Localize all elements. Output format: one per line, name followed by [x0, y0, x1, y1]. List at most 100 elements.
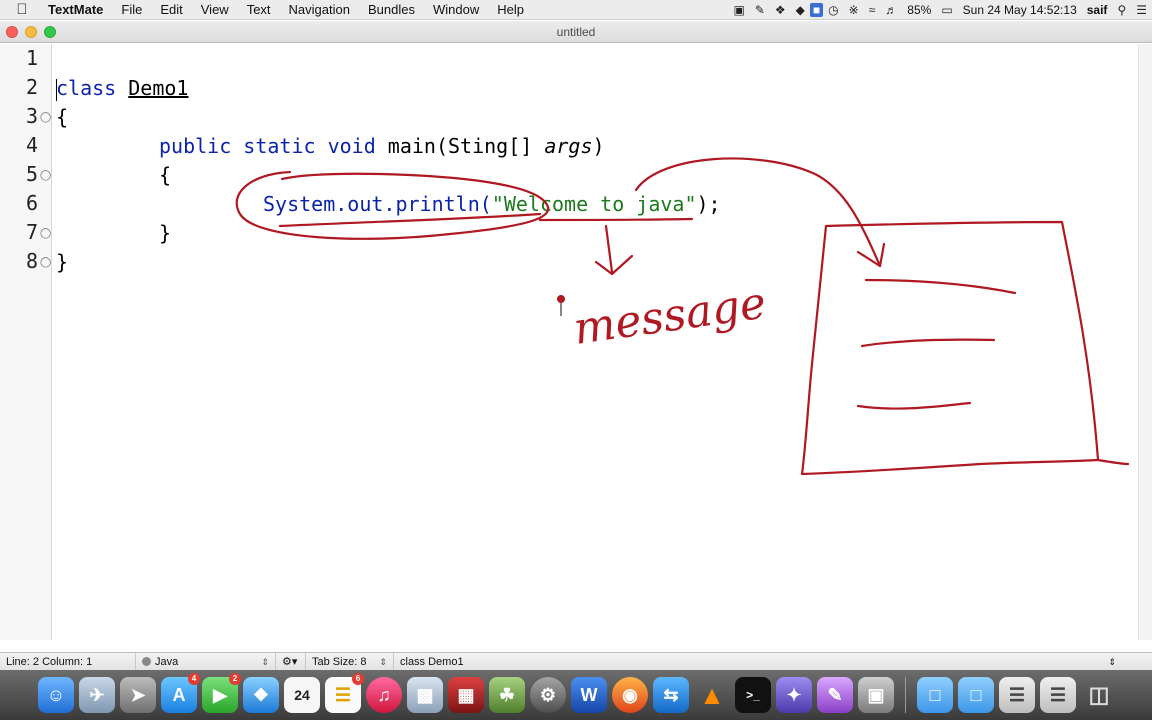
calendar-day: 24 — [294, 687, 310, 703]
menu-view[interactable]: View — [192, 2, 238, 17]
screen-recorder-icon[interactable]: ■ — [809, 3, 824, 17]
folder-icon[interactable]: □ — [917, 677, 953, 713]
screenflow-icon[interactable]: ✦ — [776, 677, 812, 713]
document-stack-icon[interactable]: ☰ — [999, 677, 1035, 713]
menu-text[interactable]: Text — [238, 2, 280, 17]
tab-size-label: Tab Size: — [312, 655, 358, 668]
language-icon — [142, 656, 151, 666]
preview-icon[interactable]: ✈ — [79, 677, 115, 713]
line-number-gutter: 1 2 3 ◯ 4 5 ◯ 6 7 ◯ 8 ◯ — [0, 44, 52, 640]
fold-marker-icon[interactable]: ◯ — [40, 228, 51, 239]
document-stack-icon-2[interactable]: ☰ — [1040, 677, 1076, 713]
pen-tool-icon[interactable]: ✎ — [750, 3, 770, 17]
word-icon[interactable]: W — [571, 677, 607, 713]
code-line-6: System.out.println("Welcome to java"); — [263, 190, 721, 219]
code-line-3: { — [56, 105, 69, 129]
line-number: 3 — [25, 104, 38, 128]
method-signature: main(Sting[] — [375, 134, 545, 158]
user-name[interactable]: saif — [1082, 3, 1113, 17]
shield-icon[interactable]: ◆ — [791, 3, 810, 17]
reminders-icon[interactable]: ☰ 6 — [325, 673, 364, 713]
window-title: untitled — [556, 25, 596, 39]
notification-center-icon[interactable]: ☰ — [1131, 3, 1152, 17]
system-preferences-icon[interactable]: ⚙ — [530, 677, 566, 713]
image-capture-icon[interactable]: ▩ — [407, 677, 443, 713]
updown-arrows-icon: ⇕ — [261, 656, 269, 667]
menu-bundles[interactable]: Bundles — [359, 2, 424, 17]
code-text[interactable]: class Demo1 { public static void main(St… — [56, 44, 1146, 640]
vertical-scrollbar[interactable] — [1138, 44, 1152, 640]
teamviewer-icon[interactable]: ⇆ — [653, 677, 689, 713]
line-number: 4 — [25, 133, 38, 157]
code-line-8: } — [56, 250, 69, 274]
symbol-selector[interactable]: class Demo1 — [394, 653, 470, 671]
tab-size-selector[interactable]: Tab Size: 8 ⇕ — [306, 652, 394, 671]
menu-file[interactable]: File — [112, 2, 151, 17]
statement-end: ); — [696, 192, 721, 216]
cursor-position: Line: 2 Column: 1 — [0, 652, 136, 671]
code-line-4: public static void main(Sting[] args) — [159, 132, 605, 161]
spotlight-search-icon[interactable]: ⚲ — [1112, 3, 1131, 17]
video-app-icon[interactable]: ▣ — [858, 677, 894, 713]
string-literal: "Welcome to java" — [491, 192, 697, 216]
terminal-icon[interactable]: >_ — [735, 677, 771, 713]
app-store-icon[interactable]: A4 — [161, 673, 200, 713]
battery-icon[interactable]: ▭ — [936, 3, 957, 17]
parameter-name: args — [544, 134, 593, 158]
facetime-icon[interactable]: ▶ 2 — [202, 673, 241, 713]
trash-icon[interactable]: ◫ — [1081, 677, 1117, 713]
extra-menu-icon-1[interactable]: ▣ — [728, 3, 749, 17]
preview-photos-icon[interactable]: ☘ — [489, 677, 525, 713]
menu-bar:  TextMate File Edit View Text Navigatio… — [0, 0, 1152, 20]
line-number: 5 — [25, 162, 38, 186]
dock-separator — [905, 677, 906, 713]
line-number: 1 — [25, 46, 38, 70]
window-titlebar[interactable]: untitled — [0, 21, 1152, 43]
println-call: System.out.println( — [263, 192, 492, 216]
pen-tool-app-icon[interactable]: ✎ — [817, 677, 853, 713]
code-line-7: } — [159, 221, 172, 245]
apple-menu-icon[interactable]:  — [0, 1, 44, 18]
itunes-icon[interactable]: ♫ — [366, 677, 402, 713]
code-line-2: class Demo1 — [56, 74, 188, 103]
code-line-5: { — [159, 163, 172, 187]
keyword-class: class — [56, 76, 117, 100]
finder-icon[interactable]: ☺ — [38, 677, 74, 713]
language-selector[interactable]: Java ⇕ — [136, 652, 276, 671]
editor-statusbar: Line: 2 Column: 1 Java ⇕ ⚙▾ Tab Size: 8 ⇕ … — [0, 652, 1152, 671]
fold-marker-icon[interactable]: ◯ — [40, 112, 51, 123]
bluetooth-icon[interactable]: ※ — [844, 3, 864, 17]
editor-area[interactable]: 1 2 3 ◯ 4 5 ◯ 6 7 ◯ 8 ◯ class Demo1 { pu… — [0, 44, 1152, 652]
dropbox-icon[interactable]: ❖ — [770, 3, 791, 17]
launchpad-icon[interactable]: ➤ — [120, 677, 156, 713]
menu-window[interactable]: Window — [424, 2, 488, 17]
time-machine-icon[interactable]: ◷ — [823, 3, 843, 17]
firefox-icon[interactable]: ◉ — [612, 677, 648, 713]
close-paren: ) — [592, 134, 605, 158]
menu-edit[interactable]: Edit — [151, 2, 191, 17]
vlc-icon[interactable]: ▲ — [694, 677, 730, 713]
dock: ☺ ✈ ➤ A4 ▶ 2 ❖ 24 ☰ 6 ♫ ▩ ▦ ☘ ⚙ W ◉ ⇆ ▲ >_… — [0, 670, 1152, 720]
photo-booth-icon[interactable]: ▦ — [448, 677, 484, 713]
bundle-gear-menu[interactable]: ⚙▾ — [276, 652, 306, 671]
wifi-icon[interactable]: ≈ — [864, 3, 881, 17]
calendar-icon[interactable]: 24 — [284, 677, 320, 713]
downloads-folder-icon[interactable]: □ — [958, 677, 994, 713]
menu-navigation[interactable]: Navigation — [280, 2, 359, 17]
class-name: Demo1 — [128, 76, 189, 100]
app-store-badge: 4 — [188, 673, 200, 685]
fold-marker-icon[interactable]: ◯ — [40, 170, 51, 181]
clock[interactable]: Sun 24 May 14:52:13 — [958, 3, 1082, 17]
keywords-public-static-void: public static void — [159, 134, 376, 158]
menu-help[interactable]: Help — [488, 2, 533, 17]
volume-icon[interactable]: ♬ — [880, 3, 902, 17]
updown-arrows-icon[interactable]: ⇕ — [1108, 653, 1116, 671]
fold-marker-icon[interactable]: ◯ — [40, 257, 51, 268]
safari-icon[interactable]: ❖ — [243, 677, 279, 713]
updown-arrows-icon: ⇕ — [379, 656, 387, 667]
menu-app-name[interactable]: TextMate — [44, 2, 112, 17]
language-label: Java — [155, 655, 179, 668]
battery-percent[interactable]: 85% — [902, 3, 936, 17]
line-number: 7 — [25, 220, 38, 244]
facetime-badge: 2 — [229, 673, 241, 685]
